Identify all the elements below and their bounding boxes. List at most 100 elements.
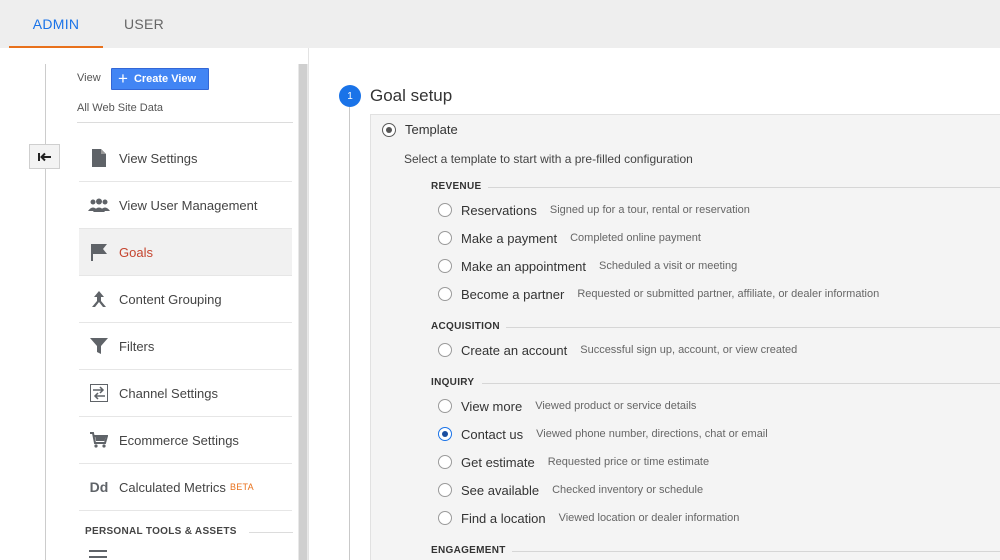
- goal-setup-title: Goal setup: [370, 86, 453, 105]
- goal-option-reservations[interactable]: Reservations Signed up for a tour, renta…: [438, 201, 750, 219]
- menu-item-label: Calculated Metrics: [119, 479, 226, 495]
- option-radio[interactable]: [438, 511, 452, 525]
- option-name: Make a payment: [461, 230, 558, 246]
- view-selector[interactable]: All Web Site Data: [77, 102, 163, 114]
- template-radio[interactable]: [382, 122, 396, 137]
- option-name: Contact us: [461, 426, 524, 442]
- category-title-revenue: REVENUE: [431, 181, 482, 192]
- option-description: Viewed location or dealer information: [558, 512, 740, 524]
- view-admin-menu: View Settings View User Management Goals…: [79, 135, 292, 511]
- panel-guide-line: [45, 64, 46, 560]
- option-name: Create an account: [461, 342, 568, 358]
- option-description: Signed up for a tour, rental or reservat…: [549, 204, 750, 216]
- goal-option-make-an-appointment[interactable]: Make an appointment Scheduled a visit or…: [438, 257, 737, 275]
- category-title-engagement: ENGAGEMENT: [431, 545, 506, 556]
- menu-item-label: Ecommerce Settings: [119, 432, 239, 448]
- option-name: Become a partner: [461, 286, 565, 302]
- menu-item-label: Channel Settings: [119, 385, 219, 401]
- divider: [506, 327, 1000, 328]
- menu-item-ecommerce-settings[interactable]: Ecommerce Settings: [79, 417, 292, 464]
- goal-option-create-an-account[interactable]: Create an account Successful sign up, ac…: [438, 341, 797, 359]
- menu-item-content-grouping[interactable]: Content Grouping: [79, 276, 292, 323]
- menu-item-label: View User Management: [119, 197, 258, 213]
- option-description: Viewed product or service details: [535, 400, 697, 412]
- view-label: View: [77, 72, 101, 84]
- option-name: Make an appointment: [461, 258, 587, 274]
- beta-badge: BETA: [229, 482, 254, 492]
- step-connector-line: [349, 107, 350, 560]
- option-radio[interactable]: [438, 259, 452, 273]
- goal-option-see-available[interactable]: See available Checked inventory or sched…: [438, 481, 703, 499]
- create-view-label: Create View: [133, 73, 197, 85]
- menu-item-calculated-metrics[interactable]: Dd Calculated Metrics BETA: [79, 464, 292, 511]
- back-button[interactable]: [29, 144, 60, 169]
- back-arrow-icon: [37, 152, 51, 161]
- option-name: Find a location: [461, 510, 546, 526]
- menu-item-label: Filters: [119, 338, 155, 354]
- template-description: Select a template to start with a pre-fi…: [404, 152, 693, 166]
- divider: [77, 122, 293, 123]
- menu-item-label: Goals: [119, 244, 153, 260]
- tab-user-label: USER: [123, 16, 165, 32]
- column-divider: [308, 48, 309, 560]
- option-radio[interactable]: [438, 203, 452, 217]
- filter-icon: [90, 338, 108, 354]
- goal-option-become-a-partner[interactable]: Become a partner Requested or submitted …: [438, 285, 879, 303]
- template-label: Template: [405, 122, 458, 137]
- flag-icon: [91, 244, 107, 261]
- menu-item-label: Content Grouping: [119, 291, 222, 307]
- option-name: Get estimate: [461, 454, 535, 470]
- menu-item-label: View Settings: [119, 150, 198, 166]
- option-radio[interactable]: [438, 455, 452, 469]
- option-name: See available: [461, 482, 540, 498]
- menu-item-channel-settings[interactable]: Channel Settings: [79, 370, 292, 417]
- option-name: Reservations: [461, 202, 537, 218]
- category-title-acquisition: ACQUISITION: [431, 321, 500, 332]
- menu-item-goals[interactable]: Goals: [79, 229, 292, 276]
- dd-icon: Dd: [89, 479, 109, 495]
- option-description: Checked inventory or schedule: [552, 484, 704, 496]
- divider: [249, 532, 293, 533]
- segments-icon: [89, 550, 107, 558]
- people-icon: [88, 198, 110, 212]
- goal-option-contact-us[interactable]: Contact us Viewed phone number, directio…: [438, 425, 768, 443]
- admin-left-panel: View + Create View All Web Site Data Vie…: [9, 48, 308, 560]
- tab-user[interactable]: USER: [103, 0, 185, 48]
- menu-item-view-settings[interactable]: View Settings: [79, 135, 292, 182]
- step-number-badge: 1: [339, 85, 361, 107]
- option-name: View more: [461, 398, 523, 414]
- goal-option-make-a-payment[interactable]: Make a payment Completed online payment: [438, 229, 701, 247]
- divider: [482, 383, 1000, 384]
- goal-option-find-a-location[interactable]: Find a location Viewed location or deale…: [438, 509, 739, 527]
- document-icon: [92, 149, 106, 167]
- divider: [488, 187, 1000, 188]
- menu-item-view-user-management[interactable]: View User Management: [79, 182, 292, 229]
- top-tab-bar: ADMIN USER: [0, 0, 1000, 48]
- option-radio[interactable]: [438, 399, 452, 413]
- plus-icon: +: [118, 68, 128, 88]
- template-option[interactable]: Template: [382, 122, 458, 137]
- option-description: Requested or submitted partner, affiliat…: [577, 288, 880, 300]
- content-grouping-icon: [92, 291, 106, 307]
- divider: [512, 551, 1000, 552]
- scrollbar-thumb[interactable]: [299, 64, 307, 560]
- option-radio[interactable]: [438, 343, 452, 357]
- option-radio[interactable]: [438, 483, 452, 497]
- option-description: Requested price or time estimate: [547, 456, 710, 468]
- option-radio[interactable]: [438, 231, 452, 245]
- option-radio[interactable]: [438, 287, 452, 301]
- option-description: Scheduled a visit or meeting: [599, 260, 738, 272]
- tab-admin-label: ADMIN: [32, 16, 80, 32]
- tab-admin[interactable]: ADMIN: [9, 0, 103, 48]
- category-title-inquiry: INQUIRY: [431, 377, 475, 388]
- goal-option-get-estimate[interactable]: Get estimate Requested price or time est…: [438, 453, 709, 471]
- cart-icon: [90, 432, 108, 448]
- menu-item-filters[interactable]: Filters: [79, 323, 292, 370]
- option-radio-selected[interactable]: [438, 427, 452, 441]
- option-description: Completed online payment: [570, 232, 701, 244]
- create-view-button[interactable]: + Create View: [111, 68, 209, 90]
- goal-option-view-more[interactable]: View more Viewed product or service deta…: [438, 397, 696, 415]
- option-description: Viewed phone number, directions, chat or…: [536, 428, 768, 440]
- section-title: PERSONAL TOOLS & ASSETS: [85, 526, 237, 537]
- option-description: Successful sign up, account, or view cre…: [580, 344, 798, 356]
